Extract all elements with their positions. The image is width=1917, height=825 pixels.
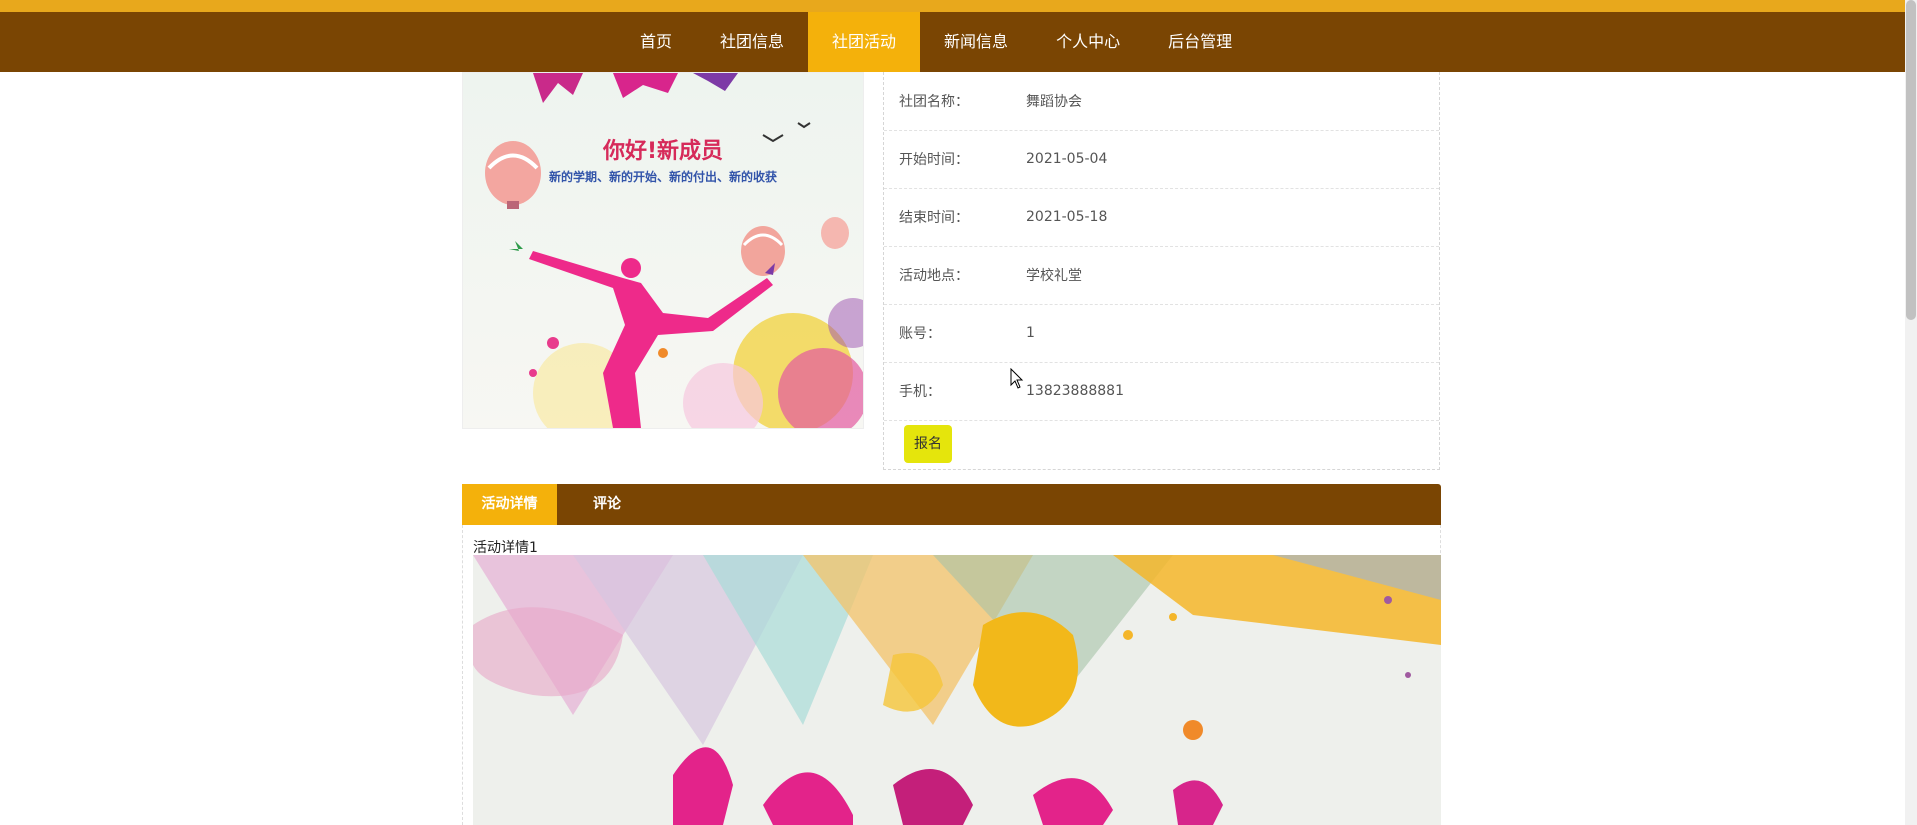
nav-item-news[interactable]: 新闻信息 [920,12,1032,72]
tab-activity-details[interactable]: 活动详情 [462,484,557,525]
nav-item-admin[interactable]: 后台管理 [1144,12,1256,72]
activity-info-panel: 社团名称： 舞蹈协会 开始时间： 2021-05-04 结束时间： 2021-0… [883,72,1440,470]
nav-menu: 首页 社团信息 社团活动 新闻信息 个人中心 后台管理 [616,12,1256,72]
info-value: 2021-05-04 [1026,151,1108,167]
info-row-club-name: 社团名称： 舞蹈协会 [884,72,1439,131]
info-value: 舞蹈协会 [1026,94,1082,110]
mouse-pointer-icon [1010,367,1024,390]
info-value: 学校礼堂 [1026,268,1082,284]
nav-item-club-activities[interactable]: 社团活动 [808,12,921,72]
info-label: 活动地点： [899,268,969,284]
top-accent-stripe [0,0,1905,12]
activity-detail-image [473,555,1441,825]
nav-item-personal-center[interactable]: 个人中心 [1032,12,1144,72]
poster-headline: 你好!新成员 [602,139,724,164]
info-row-start-time: 开始时间： 2021-05-04 [884,130,1439,189]
detail-tabbar: 活动详情 评论 [462,484,1441,525]
info-row-location: 活动地点： 学校礼堂 [884,246,1439,305]
poster-subline: 新的学期、新的开始、新的付出、新的收获 [548,170,777,184]
info-label: 账号： [899,326,941,342]
info-row-account: 账号： 1 [884,304,1439,363]
info-label: 结束时间： [899,210,969,226]
nav-item-club-info[interactable]: 社团信息 [696,12,808,72]
page-scrollbar-thumb[interactable] [1906,0,1916,320]
tab-comments[interactable]: 评论 [557,484,657,525]
info-row-phone: 手机： 13823888881 [884,362,1439,421]
nav-item-home[interactable]: 首页 [616,12,696,72]
info-value: 1 [1026,325,1035,341]
signup-button[interactable]: 报名 [904,425,952,463]
info-row-end-time: 结束时间： 2021-05-18 [884,188,1439,247]
activity-poster-image: 你好!新成员 新的学期、新的开始、新的付出、新的收获 [462,72,864,429]
info-value: 13823888881 [1026,383,1124,399]
main-navbar: 首页 社团信息 社团活动 新闻信息 个人中心 后台管理 [0,12,1905,72]
activity-detail-text: 活动详情1 [473,540,538,556]
info-label: 手机： [899,384,941,400]
info-value: 2021-05-18 [1026,209,1108,225]
info-label: 社团名称： [899,94,969,110]
info-label: 开始时间： [899,152,969,168]
